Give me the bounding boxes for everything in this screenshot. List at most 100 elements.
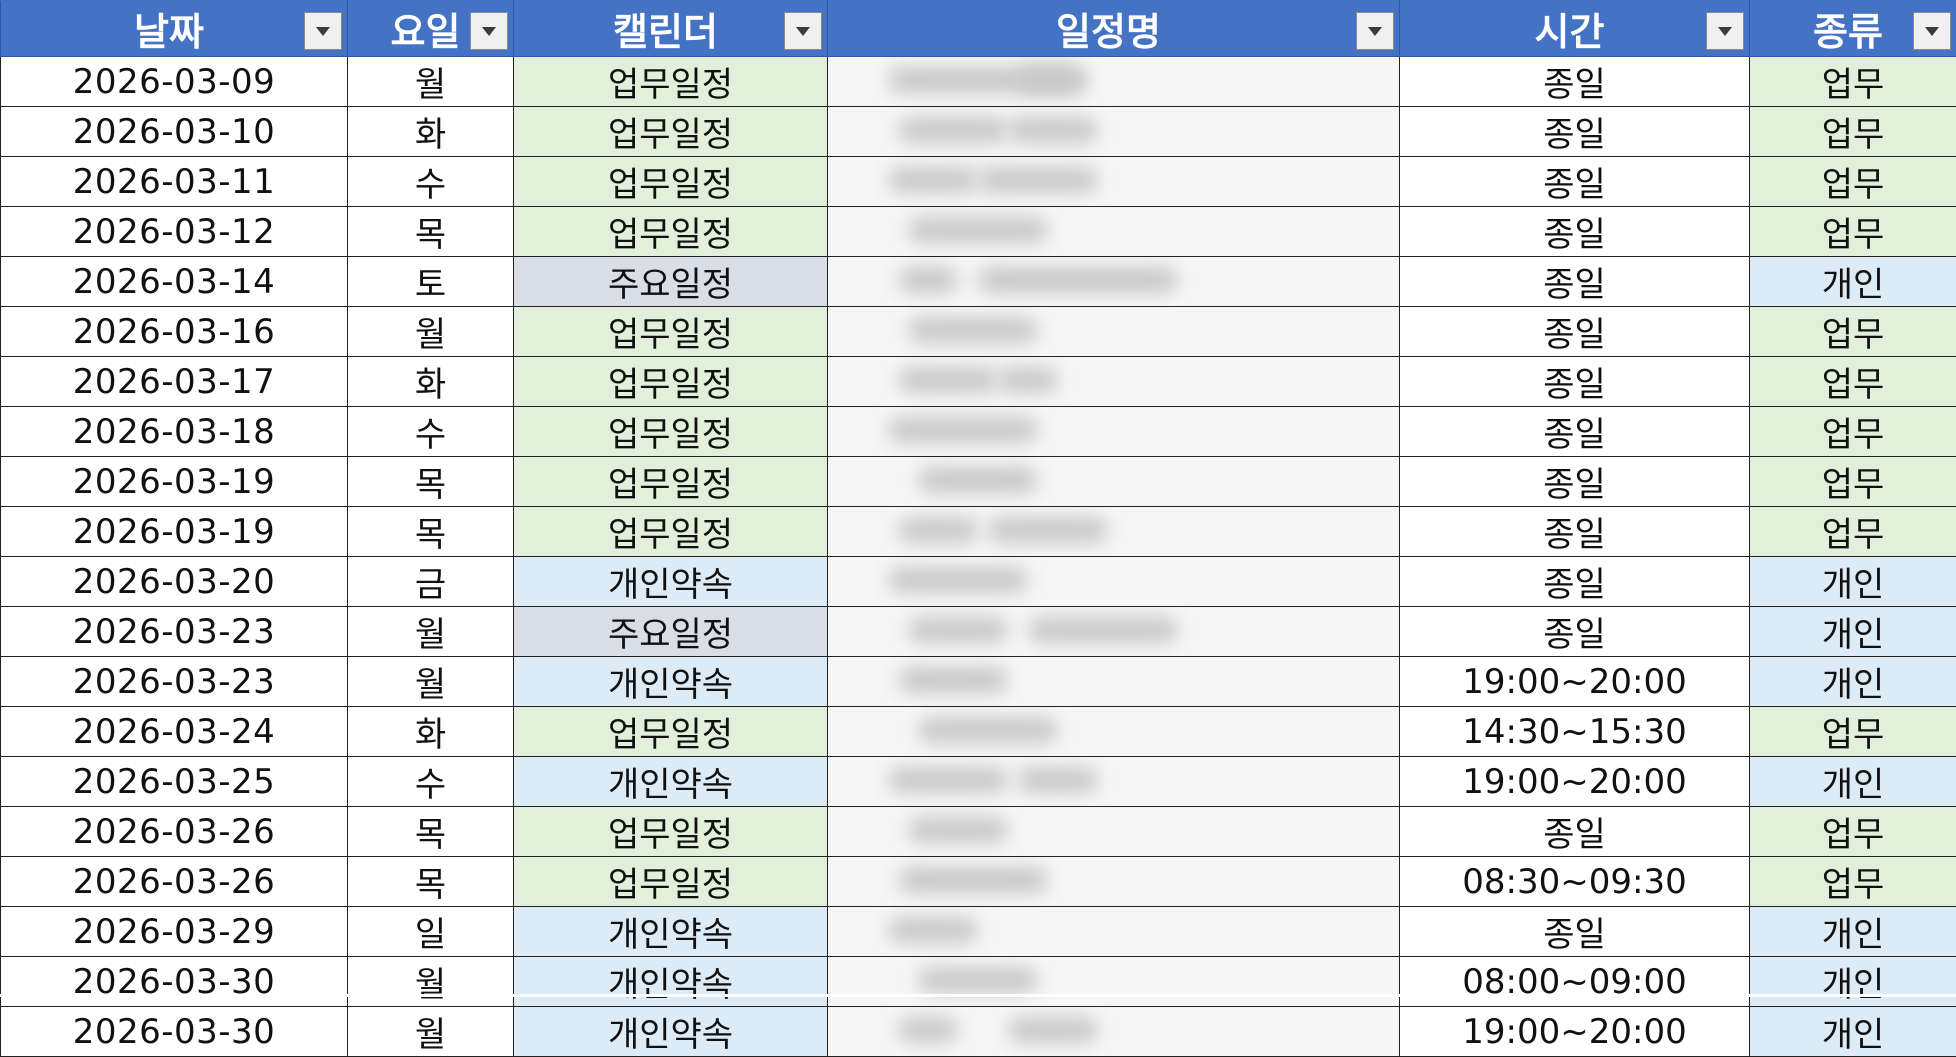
cell-category[interactable]: 개인 — [1750, 657, 1956, 707]
cell-calendar[interactable]: 업무일정 — [514, 307, 828, 357]
cell-weekday[interactable]: 수 — [348, 157, 514, 207]
table-row[interactable]: 2026-03-19목업무일정 종일업무 — [1, 507, 1956, 557]
cell-weekday[interactable]: 목 — [348, 207, 514, 257]
table-row[interactable]: 2026-03-12목업무일정 종일업무 — [1, 207, 1956, 257]
table-row[interactable]: 2026-03-30월개인약속08:00~09:00개인 — [1, 957, 1956, 1007]
cell-time[interactable]: 종일 — [1400, 407, 1750, 457]
cell-category[interactable]: 업무 — [1750, 407, 1956, 457]
cell-date[interactable]: 2026-03-30 — [1, 957, 348, 1007]
cell-date[interactable]: 2026-03-10 — [1, 107, 348, 157]
cell-date[interactable]: 2026-03-17 — [1, 357, 348, 407]
cell-calendar[interactable]: 개인약속 — [514, 907, 828, 957]
cell-category[interactable]: 개인 — [1750, 607, 1956, 657]
cell-weekday[interactable]: 목 — [348, 857, 514, 907]
cell-weekday[interactable]: 목 — [348, 807, 514, 857]
cell-category[interactable]: 업무 — [1750, 157, 1956, 207]
filter-dropdown-weekday[interactable] — [470, 12, 508, 50]
cell-time[interactable]: 종일 — [1400, 907, 1750, 957]
cell-calendar[interactable]: 주요일정 — [514, 607, 828, 657]
cell-weekday[interactable]: 월 — [348, 307, 514, 357]
cell-date[interactable]: 2026-03-16 — [1, 307, 348, 357]
table-row[interactable]: 2026-03-20금개인약속종일개인 — [1, 557, 1956, 607]
cell-date[interactable]: 2026-03-29 — [1, 907, 348, 957]
table-row[interactable]: 2026-03-30월개인약속19:00~20:00개인 — [1, 1007, 1956, 1057]
cell-calendar[interactable]: 업무일정 — [514, 107, 828, 157]
cell-time[interactable]: 종일 — [1400, 457, 1750, 507]
cell-date[interactable]: 2026-03-19 — [1, 457, 348, 507]
cell-category[interactable]: 업무 — [1750, 457, 1956, 507]
cell-category[interactable]: 업무 — [1750, 207, 1956, 257]
cell-calendar[interactable]: 업무일정 — [514, 207, 828, 257]
cell-time[interactable]: 종일 — [1400, 557, 1750, 607]
filter-dropdown-calendar[interactable] — [784, 12, 822, 50]
cell-date[interactable]: 2026-03-24 — [1, 707, 348, 757]
cell-time[interactable]: 종일 — [1400, 207, 1750, 257]
cell-calendar[interactable]: 업무일정 — [514, 857, 828, 907]
cell-time[interactable]: 08:30~09:30 — [1400, 857, 1750, 907]
table-row[interactable]: 2026-03-29일개인약속종일개인 — [1, 907, 1956, 957]
table-row[interactable]: 2026-03-17화업무일정종일업무 — [1, 357, 1956, 407]
cell-title-redacted[interactable] — [828, 957, 1400, 1007]
cell-date[interactable]: 2026-03-25 — [1, 757, 348, 807]
table-row[interactable]: 2026-03-18수업무일정종일업무 — [1, 407, 1956, 457]
cell-date[interactable]: 2026-03-09 — [1, 57, 348, 107]
cell-date[interactable]: 2026-03-20 — [1, 557, 348, 607]
cell-title-redacted[interactable] — [828, 407, 1400, 457]
cell-calendar[interactable]: 업무일정 — [514, 357, 828, 407]
cell-category[interactable]: 개인 — [1750, 907, 1956, 957]
cell-calendar[interactable]: 업무일정 — [514, 407, 828, 457]
table-row[interactable]: 2026-03-26목업무일정08:30~09:30업무 — [1, 857, 1956, 907]
cell-weekday[interactable]: 목 — [348, 507, 514, 557]
cell-weekday[interactable]: 화 — [348, 107, 514, 157]
cell-time[interactable]: 08:00~09:00 — [1400, 957, 1750, 1007]
cell-calendar[interactable]: 업무일정 — [514, 507, 828, 557]
cell-title-redacted[interactable] — [828, 757, 1400, 807]
cell-date[interactable]: 2026-03-23 — [1, 657, 348, 707]
cell-calendar[interactable]: 개인약속 — [514, 957, 828, 1007]
cell-category[interactable]: 업무 — [1750, 507, 1956, 557]
cell-time[interactable]: 19:00~20:00 — [1400, 757, 1750, 807]
cell-category[interactable]: 개인 — [1750, 1007, 1956, 1057]
cell-title-redacted[interactable] — [828, 1007, 1400, 1057]
table-row[interactable]: 2026-03-10화업무일정종일업무 — [1, 107, 1956, 157]
table-row[interactable]: 2026-03-23월개인약속19:00~20:00개인 — [1, 657, 1956, 707]
cell-weekday[interactable]: 수 — [348, 757, 514, 807]
cell-weekday[interactable]: 수 — [348, 407, 514, 457]
cell-title-redacted[interactable] — [828, 857, 1400, 907]
cell-time[interactable]: 19:00~20:00 — [1400, 657, 1750, 707]
cell-weekday[interactable]: 토 — [348, 257, 514, 307]
cell-time[interactable]: 종일 — [1400, 157, 1750, 207]
cell-title-redacted[interactable] — [828, 307, 1400, 357]
cell-calendar[interactable]: 개인약속 — [514, 1007, 828, 1057]
cell-title-redacted[interactable] — [828, 57, 1400, 107]
cell-calendar[interactable]: 개인약속 — [514, 557, 828, 607]
cell-category[interactable]: 업무 — [1750, 707, 1956, 757]
table-row[interactable]: 2026-03-23월주요일정종일개인 — [1, 607, 1956, 657]
cell-time[interactable]: 종일 — [1400, 307, 1750, 357]
cell-time[interactable]: 종일 — [1400, 357, 1750, 407]
cell-calendar[interactable]: 업무일정 — [514, 707, 828, 757]
cell-category[interactable]: 업무 — [1750, 307, 1956, 357]
table-row[interactable]: 2026-03-25수개인약속19:00~20:00개인 — [1, 757, 1956, 807]
cell-time[interactable]: 종일 — [1400, 607, 1750, 657]
cell-time[interactable]: 19:00~20:00 — [1400, 1007, 1750, 1057]
cell-title-redacted[interactable] — [828, 457, 1400, 507]
cell-calendar[interactable]: 주요일정 — [514, 257, 828, 307]
table-row[interactable]: 2026-03-19목업무일정종일업무 — [1, 457, 1956, 507]
cell-title-redacted[interactable] — [828, 357, 1400, 407]
cell-date[interactable]: 2026-03-19 — [1, 507, 348, 557]
cell-date[interactable]: 2026-03-23 — [1, 607, 348, 657]
cell-title-redacted[interactable] — [828, 607, 1400, 657]
cell-calendar[interactable]: 개인약속 — [514, 757, 828, 807]
filter-dropdown-category[interactable] — [1913, 12, 1951, 50]
table-row[interactable]: 2026-03-24화업무일정 14:30~15:30업무 — [1, 707, 1956, 757]
cell-weekday[interactable]: 월 — [348, 657, 514, 707]
cell-time[interactable]: 14:30~15:30 — [1400, 707, 1750, 757]
cell-weekday[interactable]: 화 — [348, 707, 514, 757]
cell-category[interactable]: 업무 — [1750, 57, 1956, 107]
cell-weekday[interactable]: 월 — [348, 1007, 514, 1057]
cell-category[interactable]: 업무 — [1750, 357, 1956, 407]
cell-time[interactable]: 종일 — [1400, 507, 1750, 557]
cell-date[interactable]: 2026-03-12 — [1, 207, 348, 257]
cell-weekday[interactable]: 월 — [348, 57, 514, 107]
